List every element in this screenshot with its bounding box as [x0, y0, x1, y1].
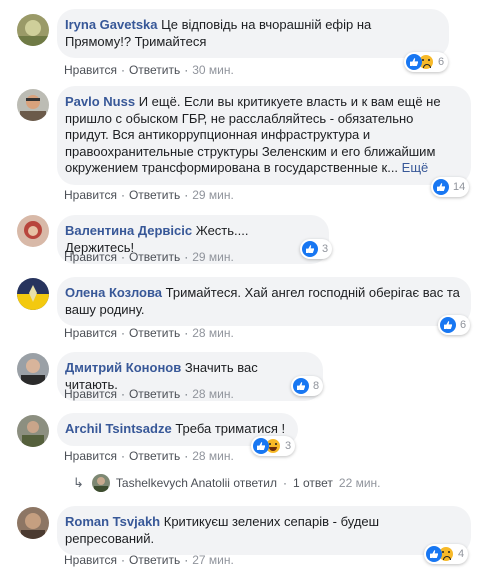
- like-link[interactable]: Нравится: [64, 553, 117, 567]
- comment-author[interactable]: Валентина Дервісіс: [65, 223, 192, 238]
- reaction-count: 8: [313, 380, 320, 392]
- like-link[interactable]: Нравится: [64, 188, 117, 202]
- reaction-summary[interactable]: 6: [404, 52, 449, 72]
- avatar[interactable]: [17, 215, 49, 247]
- comment-actions: Нравится · Ответить · 28 мин.: [64, 326, 234, 340]
- reply-link[interactable]: Ответить: [129, 188, 180, 202]
- timestamp[interactable]: 30 мин.: [192, 63, 234, 77]
- avatar[interactable]: [17, 14, 49, 46]
- reply-link[interactable]: Ответить: [129, 553, 180, 567]
- reaction-count: 6: [438, 56, 445, 68]
- reply-link[interactable]: Ответить: [129, 326, 180, 340]
- comment-author[interactable]: Roman Tsvjakh: [65, 514, 160, 529]
- like-link[interactable]: Нравится: [64, 449, 117, 463]
- like-icon: [293, 378, 309, 394]
- reply-link[interactable]: Ответить: [129, 250, 180, 264]
- comment-bubble: Pavlo Nuss И ещё. Если вы критикуете вла…: [57, 86, 471, 185]
- reaction-count: 6: [460, 319, 467, 331]
- reaction-count: 14: [453, 181, 466, 193]
- view-replies-link[interactable]: ↳ Tashelkevych Anatolii ответил · 1 ответ …: [73, 474, 381, 492]
- comment-author[interactable]: Archil Tsintsadze: [65, 421, 172, 436]
- see-more-link[interactable]: Ещё: [402, 160, 429, 175]
- comment-actions: Нравится · Ответить · 29 мин.: [64, 250, 234, 264]
- timestamp[interactable]: 28 мин.: [192, 449, 234, 463]
- comment-text: Треба триматися !: [175, 421, 286, 436]
- timestamp[interactable]: 27 мин.: [192, 553, 234, 567]
- comment-actions: Нравится · Ответить · 29 мин.: [64, 188, 234, 202]
- reply-count: 1 ответ: [292, 476, 333, 490]
- timestamp: 22 мин.: [338, 476, 381, 490]
- comment-bubble: Roman Tsvjakh Критикуєш зелених сепарів …: [57, 506, 471, 555]
- comment-actions: Нравится · Ответить · 27 мин.: [64, 553, 234, 567]
- like-icon: [433, 179, 449, 195]
- reply-link[interactable]: Ответить: [129, 63, 180, 77]
- like-link[interactable]: Нравится: [64, 63, 117, 77]
- comment-actions: Нравится · Ответить · 28 мин.: [64, 387, 234, 401]
- comment-bubble: Iryna Gavetska Це відповідь на вчорашній…: [57, 9, 449, 58]
- reply-verb: ответил: [233, 476, 277, 490]
- like-icon: [302, 241, 318, 257]
- timestamp[interactable]: 29 мин.: [192, 188, 234, 202]
- reply-author: Tashelkevych Anatolii: [115, 476, 230, 490]
- like-icon: [406, 54, 422, 70]
- reaction-summary[interactable]: 4: [424, 544, 469, 564]
- like-icon: [253, 438, 269, 454]
- reply-arrow-icon: ↳: [73, 475, 84, 490]
- avatar[interactable]: [17, 353, 49, 385]
- reaction-count: 4: [458, 548, 465, 560]
- avatar[interactable]: [17, 89, 49, 121]
- reaction-count: 3: [285, 440, 292, 452]
- avatar[interactable]: [17, 507, 49, 539]
- comment-actions: Нравится · Ответить · 28 мин.: [64, 449, 234, 463]
- reaction-summary[interactable]: 3: [251, 436, 296, 456]
- reaction-count: 3: [322, 243, 329, 255]
- comment-bubble: Олена Козлова Тримайтеся. Хай ангел госп…: [57, 277, 471, 326]
- avatar[interactable]: [17, 415, 49, 447]
- reaction-summary[interactable]: 14: [431, 177, 470, 197]
- like-icon: [440, 317, 456, 333]
- comment-author[interactable]: Iryna Gavetska: [65, 17, 158, 32]
- like-icon: [426, 546, 442, 562]
- like-link[interactable]: Нравится: [64, 250, 117, 264]
- reaction-summary[interactable]: 8: [291, 376, 324, 396]
- reply-link[interactable]: Ответить: [129, 449, 180, 463]
- avatar[interactable]: [17, 278, 49, 310]
- reaction-summary[interactable]: 6: [438, 315, 471, 335]
- comment-author[interactable]: Pavlo Nuss: [65, 94, 135, 109]
- comment-author[interactable]: Дмитрий Кононов: [65, 360, 181, 375]
- timestamp[interactable]: 28 мин.: [192, 326, 234, 340]
- comment-actions: Нравится · Ответить · 30 мин.: [64, 63, 234, 77]
- comment-author[interactable]: Олена Козлова: [65, 285, 162, 300]
- timestamp[interactable]: 28 мин.: [192, 387, 234, 401]
- reaction-summary[interactable]: 3: [300, 239, 333, 259]
- avatar: [91, 474, 110, 492]
- timestamp[interactable]: 29 мин.: [192, 250, 234, 264]
- like-link[interactable]: Нравится: [64, 387, 117, 401]
- like-link[interactable]: Нравится: [64, 326, 117, 340]
- reply-link[interactable]: Ответить: [129, 387, 180, 401]
